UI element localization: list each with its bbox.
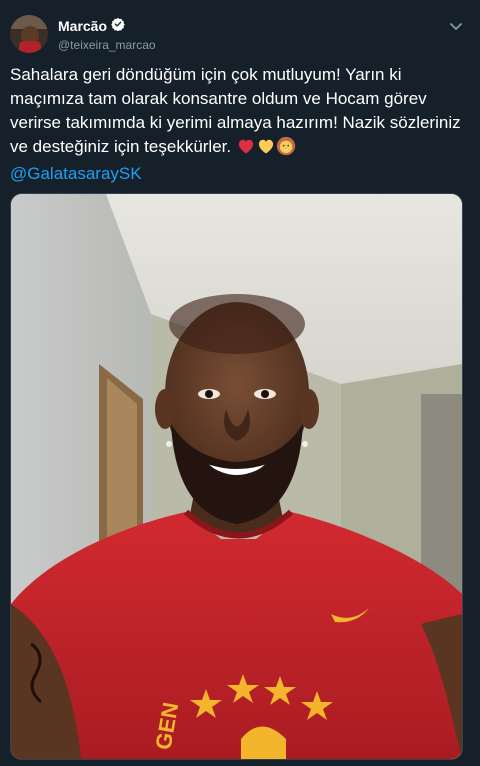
handle[interactable]: @teixeira_marcao <box>58 38 156 52</box>
lion-face-icon <box>276 136 296 163</box>
avatar[interactable] <box>10 15 48 53</box>
tweet-text-block: Sahalara geri döndüğüm için çok mutluyum… <box>10 63 466 163</box>
tweet-card: Marcão @teixeira_marcao Sahalara geri dö… <box>0 0 480 766</box>
tweet-header: Marcão @teixeira_marcao <box>10 12 470 56</box>
tweet-photo[interactable]: GEN <box>10 193 463 760</box>
display-name[interactable]: Marcão <box>58 18 107 34</box>
verified-badge-icon <box>111 17 125 36</box>
yellow-heart-icon <box>256 136 276 163</box>
mention-link[interactable]: @GalatasaraySK <box>10 162 142 186</box>
chevron-down-icon[interactable] <box>446 16 466 36</box>
red-heart-icon <box>236 136 256 163</box>
name-row: Marcão <box>58 17 156 36</box>
author-info: Marcão @teixeira_marcao <box>58 17 156 52</box>
